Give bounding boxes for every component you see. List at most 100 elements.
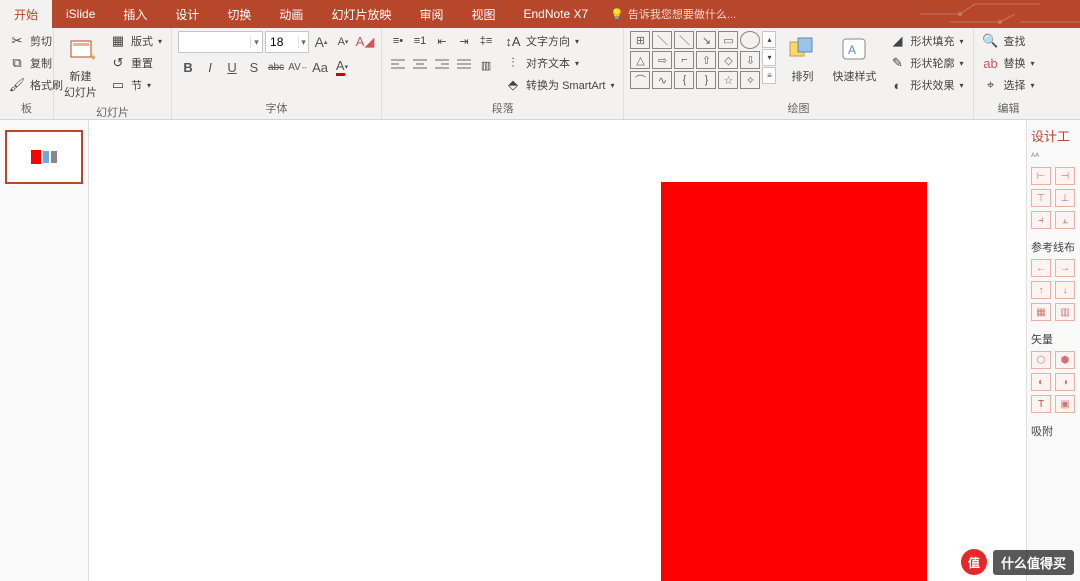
tell-me-search[interactable]: 💡 告诉我您想要做什么... [610, 0, 736, 28]
vec-4[interactable]: ◑ [1055, 373, 1075, 391]
font-size-input[interactable] [266, 35, 298, 49]
gallery-more[interactable]: ≡ [762, 67, 776, 84]
align-tool-5[interactable]: ⫞ [1031, 211, 1051, 229]
select-button[interactable]: ⌖选择▾ [980, 75, 1038, 95]
align-left-button[interactable] [388, 55, 408, 75]
gallery-up[interactable]: ▴ [762, 31, 776, 48]
bold-button[interactable]: B [178, 57, 198, 77]
indent-inc-button[interactable]: ⇥ [454, 31, 474, 51]
guide-1[interactable]: ← [1031, 259, 1051, 277]
tab-slideshow[interactable]: 幻灯片放映 [317, 0, 405, 28]
find-button[interactable]: 🔍查找 [980, 31, 1038, 51]
vec-2[interactable]: ⬢ [1055, 351, 1075, 369]
guide-3[interactable]: ↑ [1031, 281, 1051, 299]
font-family-input[interactable] [179, 35, 250, 49]
slide-thumbnail-1[interactable] [5, 130, 83, 184]
shape-brace-l[interactable]: { [674, 71, 694, 89]
tab-review[interactable]: 审阅 [405, 0, 457, 28]
guide-2[interactable]: → [1055, 259, 1075, 277]
layout-icon: ▦ [110, 33, 126, 49]
align-right-button[interactable] [432, 55, 452, 75]
guide-5[interactable]: ▦ [1031, 303, 1051, 321]
section-button[interactable]: ▭节▾ [107, 75, 165, 95]
select-icon: ⌖ [983, 77, 999, 93]
font-color-button[interactable]: A▾ [332, 57, 352, 77]
outline-icon: ✎ [889, 55, 905, 71]
justify-button[interactable] [454, 55, 474, 75]
group-editing: 🔍查找 ab替换▾ ⌖选择▾ 编辑 [974, 28, 1044, 119]
align-tool-1[interactable]: ⊢ [1031, 167, 1051, 185]
shape-star[interactable]: ☆ [718, 71, 738, 89]
shape-fill-button[interactable]: ◢形状填充▾ [886, 31, 966, 51]
align-tool-6[interactable]: ⫠ [1055, 211, 1075, 229]
gallery-down[interactable]: ▾ [762, 49, 776, 66]
new-slide-button[interactable]: ✦ 新建 幻灯片 [60, 31, 101, 102]
shape-callout[interactable]: ✧ [740, 71, 760, 89]
tab-animations[interactable]: 动画 [265, 0, 317, 28]
columns-button[interactable]: ▥ [476, 55, 496, 75]
align-center-button[interactable] [410, 55, 430, 75]
arrange-button[interactable]: 排列 [782, 31, 822, 86]
shape-arrow-r[interactable]: ⇨ [652, 51, 672, 69]
shape-oval[interactable] [740, 31, 760, 49]
vec-6[interactable]: ▣ [1055, 395, 1075, 413]
shape-line2[interactable]: ＼ [674, 31, 694, 49]
shape-diamond[interactable]: ◇ [718, 51, 738, 69]
char-spacing-button[interactable]: AV↔ [288, 57, 308, 77]
red-rectangle-shape[interactable] [661, 182, 927, 581]
chevron-down-icon[interactable]: ▾ [250, 37, 262, 48]
align-tool-3[interactable]: ⊤ [1031, 189, 1051, 207]
tab-endnote[interactable]: EndNote X7 [509, 0, 602, 28]
chevron-down-icon[interactable]: ▾ [298, 37, 308, 48]
clear-format-button[interactable]: A◢ [355, 32, 375, 52]
underline-button[interactable]: U [222, 57, 242, 77]
change-case-button[interactable]: Aa [310, 57, 330, 77]
shape-textbox[interactable]: ⊞ [630, 31, 650, 49]
align-tool-2[interactable]: ⊣ [1055, 167, 1075, 185]
tab-view[interactable]: 视图 [457, 0, 509, 28]
shadow-button[interactable]: S [244, 57, 264, 77]
guide-4[interactable]: ↓ [1055, 281, 1075, 299]
vec-1[interactable]: ⬡ [1031, 351, 1051, 369]
vec-5[interactable]: T [1031, 395, 1051, 413]
smartart-button[interactable]: ⬘转换为 SmartArt▾ [502, 75, 617, 95]
align-text-button[interactable]: ⫶对齐文本▾ [502, 53, 617, 73]
italic-button[interactable]: I [200, 57, 220, 77]
layout-button[interactable]: ▦版式▾ [107, 31, 165, 51]
shape-gallery[interactable]: ⊞ ＼ ＼ ↘ ▭ △ ⇨ ⌐ ⇧ ◇ ⇩ ⌒ ∿ { } ☆ [630, 31, 760, 89]
reset-button[interactable]: ↺重置 [107, 53, 165, 73]
quick-styles-button[interactable]: A 快速样式 [828, 31, 880, 86]
strike-button[interactable]: abc [266, 57, 286, 77]
vec-3[interactable]: ◐ [1031, 373, 1051, 391]
shape-outline-button[interactable]: ✎形状轮廓▾ [886, 53, 966, 73]
font-family-combo[interactable]: ▾ [178, 31, 263, 53]
indent-dec-button[interactable]: ⇤ [432, 31, 452, 51]
tab-home[interactable]: 开始 [0, 0, 52, 28]
shape-arrow-u[interactable]: ⇧ [696, 51, 716, 69]
guide-6[interactable]: ▥ [1055, 303, 1075, 321]
font-size-combo[interactable]: ▾ [265, 31, 309, 53]
shrink-font-button[interactable]: A▾ [333, 32, 353, 52]
shape-arrow-d[interactable]: ⇩ [740, 51, 760, 69]
text-direction-button[interactable]: ↕A文字方向▾ [502, 31, 617, 51]
tab-islide[interactable]: iSlide [52, 0, 109, 28]
shape-arrowline[interactable]: ↘ [696, 31, 716, 49]
bullets-button[interactable]: ≡• [388, 31, 408, 51]
numbering-button[interactable]: ≡1 [410, 31, 430, 51]
shape-line[interactable]: ＼ [652, 31, 672, 49]
replace-button[interactable]: ab替换▾ [980, 53, 1038, 73]
shape-effects-button[interactable]: ◐形状效果▾ [886, 75, 966, 95]
shape-elbow[interactable]: ⌐ [674, 51, 694, 69]
shape-tri[interactable]: △ [630, 51, 650, 69]
shape-curve[interactable]: ⌒ [630, 71, 650, 89]
grow-font-button[interactable]: A▴ [311, 32, 331, 52]
line-spacing-button[interactable]: ‡≡ [476, 31, 496, 51]
tab-insert[interactable]: 插入 [109, 0, 161, 28]
shape-brace-r[interactable]: } [696, 71, 716, 89]
shape-rect[interactable]: ▭ [718, 31, 738, 49]
align-tool-4[interactable]: ⊥ [1055, 189, 1075, 207]
slide-canvas[interactable] [89, 120, 1026, 581]
tab-transitions[interactable]: 切换 [213, 0, 265, 28]
tab-design[interactable]: 设计 [161, 0, 213, 28]
shape-curve2[interactable]: ∿ [652, 71, 672, 89]
